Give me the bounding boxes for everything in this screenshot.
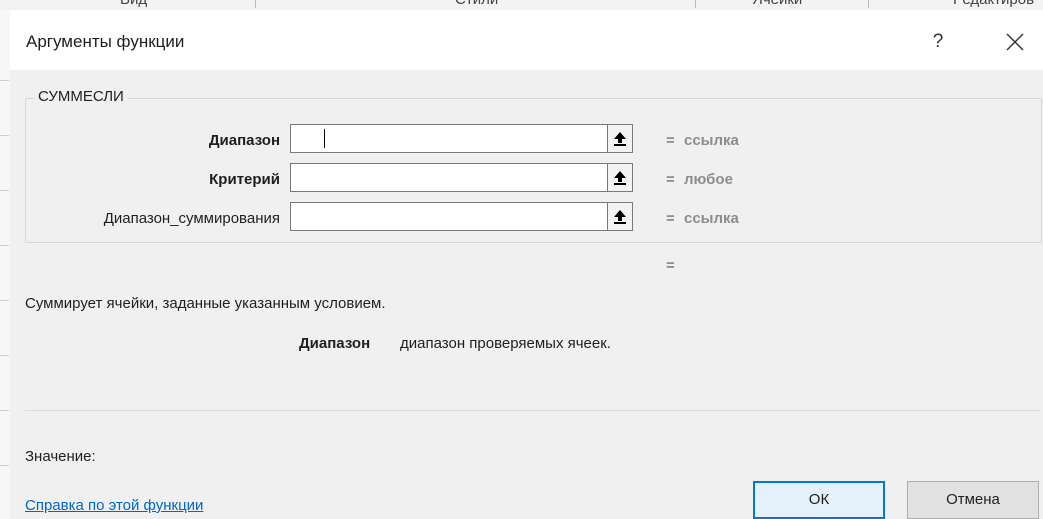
function-description: Суммирует ячейки, заданные указанным усл… <box>25 295 386 312</box>
collapse-dialog-icon <box>614 170 626 185</box>
row-divider <box>0 135 9 136</box>
row-divider <box>0 300 9 301</box>
divider <box>25 410 1040 411</box>
function-help-link[interactable]: Справка по этой функции <box>25 497 203 514</box>
range-input[interactable] <box>290 124 614 153</box>
ribbon-group-styles: Стили <box>455 0 498 8</box>
ribbon-separator <box>868 0 869 8</box>
equals-sign: = <box>666 132 675 149</box>
value-label: Значение: <box>25 448 96 465</box>
collapse-dialog-icon <box>614 131 626 146</box>
equals-sign: = <box>666 210 675 227</box>
ribbon-separator <box>255 0 256 8</box>
sum-range-collapse-button[interactable] <box>607 202 633 231</box>
criteria-result: любое <box>684 171 733 188</box>
function-name: СУММЕСЛИ <box>34 88 128 105</box>
close-button[interactable] <box>1000 28 1030 56</box>
dialog-titlebar: Аргументы функции ? <box>10 10 1043 70</box>
text-caret <box>324 129 325 148</box>
ok-button[interactable]: ОК <box>753 481 885 519</box>
ribbon-group-cells: Ячейки <box>752 0 802 8</box>
row-divider <box>0 465 9 466</box>
function-arguments-dialog: Аргументы функции ? СУММЕСЛИ Диапазон = … <box>10 10 1043 519</box>
row-divider <box>0 80 9 81</box>
help-button[interactable]: ? <box>923 28 953 56</box>
arg-label-sum-range: Диапазон_суммирования <box>103 210 280 227</box>
ribbon-separator <box>695 0 696 8</box>
range-collapse-button[interactable] <box>607 124 633 153</box>
dialog-title: Аргументы функции <box>26 32 185 51</box>
arg-help-name: Диапазон <box>299 335 371 352</box>
row-divider <box>0 245 9 246</box>
sum-range-result: ссылка <box>684 210 739 227</box>
row-divider <box>0 355 9 356</box>
collapse-dialog-icon <box>614 209 626 224</box>
row-divider <box>0 190 9 191</box>
arg-label-criteria: Критерий <box>209 171 280 188</box>
ribbon-group-view: Вид <box>120 0 147 8</box>
cancel-button[interactable]: Отмена <box>907 481 1039 519</box>
arg-help-text: диапазон проверяемых ячеек. <box>400 335 611 352</box>
criteria-collapse-button[interactable] <box>607 163 633 192</box>
range-result: ссылка <box>684 132 739 149</box>
criteria-input[interactable] <box>290 163 614 192</box>
close-icon <box>1006 33 1024 51</box>
ribbon-group-editing: Редактиров <box>953 0 1034 8</box>
function-result-equals: = <box>666 257 675 274</box>
sum-range-input[interactable] <box>290 202 614 231</box>
arg-label-range: Диапазон <box>208 132 280 149</box>
row-divider <box>0 410 9 411</box>
equals-sign: = <box>666 171 675 188</box>
